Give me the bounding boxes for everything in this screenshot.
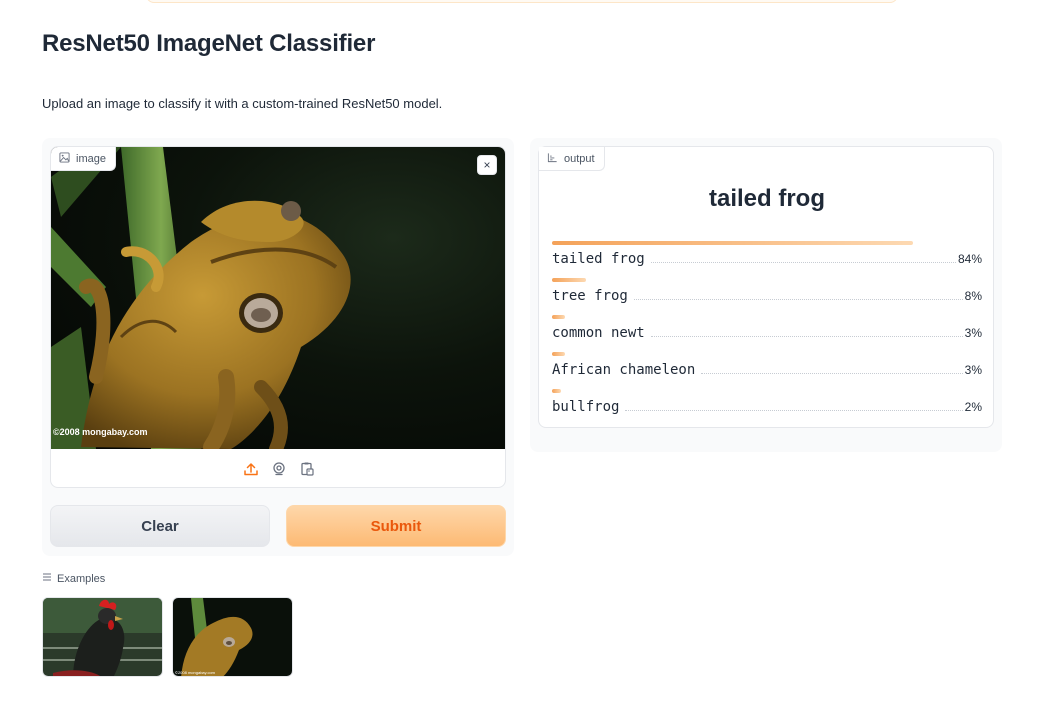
example-rooster[interactable] xyxy=(42,597,163,677)
examples-header: Examples xyxy=(42,572,105,585)
top-prediction: tailed frog xyxy=(708,185,825,212)
clear-image-button[interactable]: × xyxy=(477,155,497,175)
page-description: Upload an image to classify it with a cu… xyxy=(42,96,443,111)
image-source-bar xyxy=(51,449,505,487)
image-watermark: ©2008 mongabay.com xyxy=(53,427,148,437)
dot-leader xyxy=(701,373,963,374)
clipboard-icon[interactable] xyxy=(299,461,315,477)
confidence-label: tailed frog xyxy=(552,251,645,267)
close-icon: × xyxy=(483,158,491,172)
image-icon xyxy=(59,151,70,166)
confidence-row: bullfrog 2% xyxy=(552,389,982,426)
upload-icon[interactable] xyxy=(243,461,259,477)
confidence-value: 84% xyxy=(957,252,982,266)
confidence-label: African chameleon xyxy=(552,362,696,378)
confidence-row: common newt 3% xyxy=(552,315,982,352)
dot-leader xyxy=(633,299,963,300)
uploaded-image xyxy=(51,147,505,449)
confidence-bar xyxy=(552,278,586,282)
input-panel: image × ©2008 mongabay.com Clear Submit xyxy=(42,138,514,556)
confidence-list: tailed frog 84% tree frog 8% common newt xyxy=(552,241,982,426)
chart-icon xyxy=(547,152,558,166)
top-banner xyxy=(146,0,898,3)
dot-leader xyxy=(650,336,963,337)
confidence-value: 3% xyxy=(964,363,982,377)
confidence-value: 8% xyxy=(964,289,982,303)
list-icon xyxy=(42,572,52,585)
dot-leader xyxy=(625,410,963,411)
image-input-label: image xyxy=(51,147,116,171)
confidence-value: 3% xyxy=(964,326,982,340)
confidence-value: 2% xyxy=(964,400,982,414)
output-label: output xyxy=(539,147,605,171)
output-panel: output tailed frog tailed frog 84% tree … xyxy=(530,138,1002,452)
svg-text:©2008 mongabay.com: ©2008 mongabay.com xyxy=(175,670,216,675)
confidence-label: common newt xyxy=(552,325,645,341)
example-frog[interactable]: ©2008 mongabay.com xyxy=(172,597,293,677)
confidence-bar xyxy=(552,315,565,319)
confidence-label: bullfrog xyxy=(552,399,620,415)
confidence-bar xyxy=(552,241,913,245)
confidence-label: tree frog xyxy=(552,288,628,304)
confidence-bar xyxy=(552,352,565,356)
dot-leader xyxy=(650,262,956,263)
page-title: ResNet50 ImageNet Classifier xyxy=(42,30,376,57)
output-label-component: output tailed frog tailed frog 84% tree … xyxy=(538,146,994,428)
image-input[interactable]: image × ©2008 mongabay.com xyxy=(50,146,506,488)
confidence-row: tailed frog 84% xyxy=(552,241,982,278)
clear-button[interactable]: Clear xyxy=(50,505,270,547)
confidence-row: tree frog 8% xyxy=(552,278,982,315)
webcam-icon[interactable] xyxy=(271,461,287,477)
confidence-bar xyxy=(552,389,561,393)
submit-button[interactable]: Submit xyxy=(286,505,506,547)
confidence-row: African chameleon 3% xyxy=(552,352,982,389)
